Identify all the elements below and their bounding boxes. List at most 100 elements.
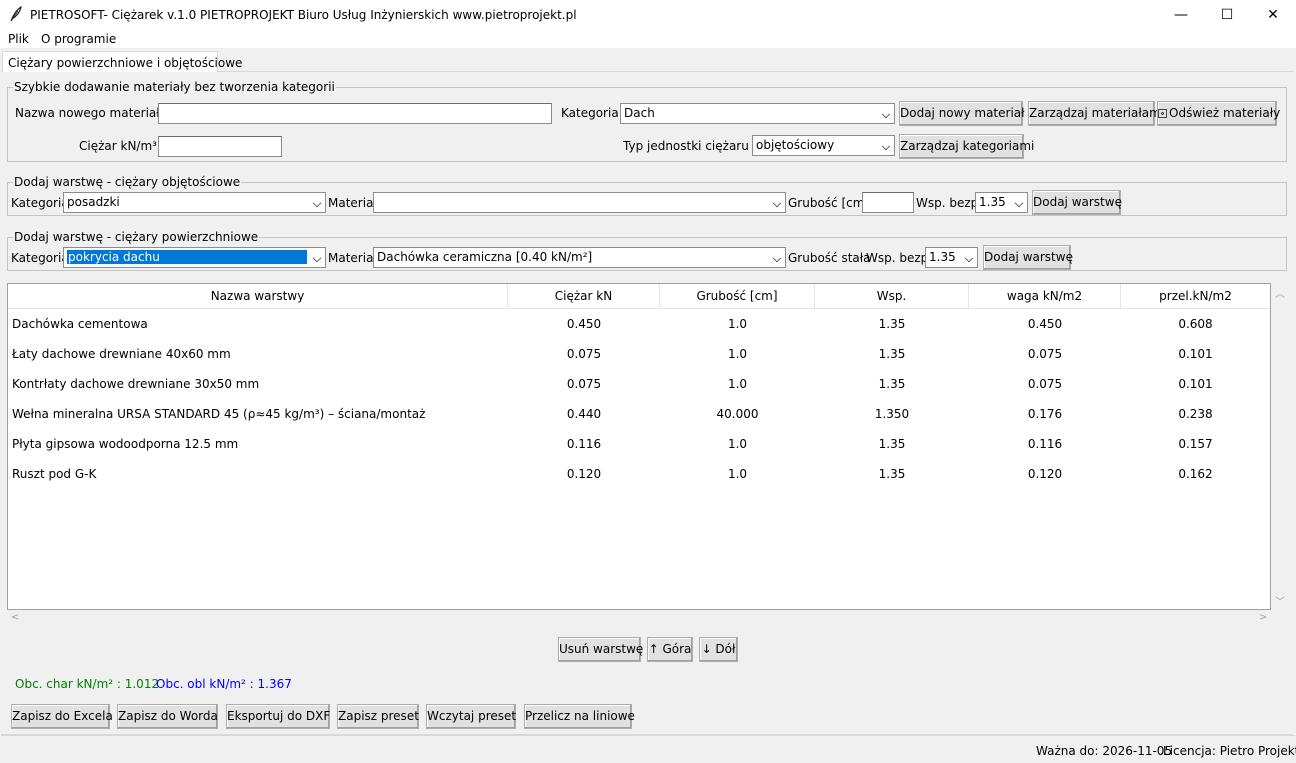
unit-type-value: objętościowy — [756, 138, 835, 152]
table-cell: Kontrłaty dachowe drewniane 30x50 mm — [12, 377, 260, 391]
column-header-load[interactable]: waga kN/m2 — [969, 284, 1121, 309]
volume-category-label: Kategoria — [11, 196, 69, 210]
table-cell: 1.0 — [727, 467, 748, 481]
surface-safety-label: Wsp. bezp. — [866, 251, 933, 265]
add-new-material-button[interactable]: Dodaj nowy materiał — [899, 101, 1025, 126]
close-button[interactable]: ✕ — [1250, 0, 1296, 30]
column-header-weight[interactable]: Ciężar kN — [508, 284, 660, 309]
refresh-materials-button[interactable]: Odśwież materiały — [1157, 101, 1280, 126]
volume-material-select[interactable] — [373, 192, 786, 213]
save-excel-button[interactable]: Zapisz do Excela — [11, 704, 113, 729]
table-cell: Płyta gipsowa wodoodporna 12.5 mm — [12, 437, 239, 451]
new-material-name-input[interactable] — [158, 103, 552, 124]
table-cell: 0.157 — [1178, 437, 1213, 451]
table-cell: 0.075 — [1027, 347, 1063, 361]
chevron-down-icon — [881, 141, 891, 151]
save-word-button[interactable]: Zapisz do Worda — [117, 704, 218, 729]
menu-plik[interactable]: Plik — [8, 32, 29, 46]
table-cell: 0.608 — [1178, 317, 1213, 331]
manage-materials-button[interactable]: Zarządzaj materiałami — [1028, 101, 1164, 126]
volume-add-layer-button[interactable]: Dodaj warstwę — [1032, 190, 1122, 215]
vertical-scrollbar[interactable]: ︿ ﹀ — [1271, 283, 1288, 610]
table-row[interactable]: Dachówka cementowa 0.450 1.0 1.35 0.450 0.608 — [8, 309, 1270, 339]
feather-icon — [10, 6, 22, 22]
surface-category-label: Kategoria — [11, 251, 69, 265]
quick-category-select[interactable]: Dach — [620, 103, 895, 124]
surface-material-select[interactable]: Dachówka ceramiczna [0.40 kN/m²] — [373, 247, 786, 268]
quick-category-value: Dach — [624, 106, 655, 120]
volume-safety-select[interactable]: 1.35 — [975, 192, 1028, 213]
scroll-right-icon[interactable]: > — [1259, 612, 1267, 623]
column-header-name[interactable]: Nazwa warstwy — [8, 284, 508, 309]
refresh-icon — [1158, 109, 1167, 118]
new-material-name-label: Nazwa nowego materiału — [15, 106, 168, 120]
delete-layer-button[interactable]: Usuń warstwę — [558, 637, 643, 662]
surface-add-layer-button[interactable]: Dodaj warstwę — [983, 245, 1073, 270]
tab-ciezary[interactable]: Ciężary powierzchniowe i objętościowe — [2, 51, 242, 72]
table-cell: 0.450 — [566, 317, 602, 331]
volume-category-value: posadzki — [67, 195, 120, 209]
table-cell: 0.075 — [1027, 377, 1063, 391]
table-cell: 1.350 — [874, 407, 910, 421]
chevron-down-icon — [881, 109, 891, 119]
convert-linear-button[interactable]: Przelicz na liniowe — [524, 704, 635, 729]
volume-category-select[interactable]: posadzki — [63, 192, 326, 213]
menu-o-programie[interactable]: O programie — [41, 32, 116, 46]
table-cell: 40.000 — [716, 407, 759, 421]
horizontal-scrollbar[interactable]: < > — [7, 610, 1271, 627]
scroll-up-icon[interactable]: ︿ — [1275, 285, 1285, 300]
surface-safety-value: 1.35 — [929, 250, 956, 264]
volume-layer-legend: Dodaj warstwę - ciężary objętościowe — [14, 175, 241, 189]
chevron-down-icon — [772, 198, 782, 208]
design-load-total: Obc. obl kN/m² : 1.367 — [156, 677, 292, 691]
table-cell: 0.101 — [1178, 347, 1213, 361]
surface-safety-select[interactable]: 1.35 — [925, 247, 978, 268]
thickness-input[interactable] — [862, 192, 914, 213]
table-cell: 0.450 — [1027, 317, 1063, 331]
table-row[interactable]: Łaty dachowe drewniane 40x60 mm 0.075 1.0 1… — [8, 339, 1270, 369]
layers-table[interactable]: Nazwa warstwy Ciężar kN Grubość [cm] Wsp… — [7, 283, 1271, 610]
table-row[interactable]: Płyta gipsowa wodoodporna 12.5 mm 0.116 1.… — [8, 429, 1270, 459]
table-cell: 1.0 — [727, 377, 748, 391]
close-icon: ✕ — [1267, 7, 1279, 23]
table-row[interactable]: Kontrłaty dachowe drewniane 30x50 mm 0.07… — [8, 369, 1270, 399]
table-cell: 1.35 — [878, 467, 906, 481]
volume-safety-label: Wsp. bezp. — [916, 196, 983, 210]
table-cell: 1.35 — [878, 347, 906, 361]
table-row[interactable]: Ruszt pod G-K 0.120 1.0 1.35 0.120 0.162 — [8, 459, 1270, 489]
volume-material-label: Materiał — [328, 196, 377, 210]
manage-categories-button[interactable]: Zarządzaj kategoriami — [899, 134, 1034, 159]
unit-type-select[interactable]: objętościowy — [752, 135, 895, 156]
load-preset-button[interactable]: Wczytaj preset — [426, 704, 516, 729]
scroll-left-icon[interactable]: < — [11, 612, 19, 623]
char-load-total: Obc. char kN/m² : 1.012 — [15, 677, 160, 691]
license-label: Licencja: Pietro Projekt — [1163, 744, 1296, 758]
menu-bar — [0, 30, 1296, 48]
move-down-button[interactable]: ↓ Dół — [699, 637, 738, 662]
surface-category-select[interactable]: pokrycia dachu — [63, 247, 326, 268]
table-cell: Wełna mineralna URSA STANDARD 45 (ρ≈45 k… — [12, 407, 426, 421]
table-cell: 1.35 — [878, 377, 906, 391]
surface-material-value: Dachówka ceramiczna [0.40 kN/m²] — [377, 250, 593, 264]
move-up-button[interactable]: ↑ Góra — [647, 637, 693, 662]
status-separator — [1, 735, 1295, 736]
maximize-button[interactable]: ☐ — [1204, 0, 1250, 30]
column-header-factor[interactable]: Wsp. — [815, 284, 969, 309]
table-cell: 0.162 — [1178, 467, 1213, 481]
column-header-design-load[interactable]: przel.kN/m2 — [1121, 284, 1270, 309]
constant-thickness-label: Grubość stała — [788, 251, 871, 265]
minimize-button[interactable]: — — [1158, 0, 1204, 30]
export-dxf-button[interactable]: Eksportuj do DXF — [226, 704, 330, 729]
table-row[interactable]: Wełna mineralna URSA STANDARD 45 (ρ≈45 k… — [8, 399, 1270, 429]
table-cell: 0.075 — [566, 377, 602, 391]
column-header-thickness[interactable]: Grubość [cm] — [660, 284, 815, 309]
weight-input[interactable] — [158, 136, 282, 157]
maximize-icon: ☐ — [1220, 7, 1234, 23]
table-cell: Dachówka cementowa — [12, 317, 148, 331]
table-cell: Ruszt pod G-K — [12, 467, 97, 481]
valid-until-label: Ważna do: 2026-11-05 — [1036, 744, 1173, 758]
quick-add-legend: Szybkie dodawanie materiały bez tworzeni… — [14, 80, 335, 94]
table-cell: 0.116 — [566, 437, 602, 451]
scroll-down-icon[interactable]: ﹀ — [1275, 593, 1285, 608]
save-preset-button[interactable]: Zapisz preset — [337, 704, 419, 729]
